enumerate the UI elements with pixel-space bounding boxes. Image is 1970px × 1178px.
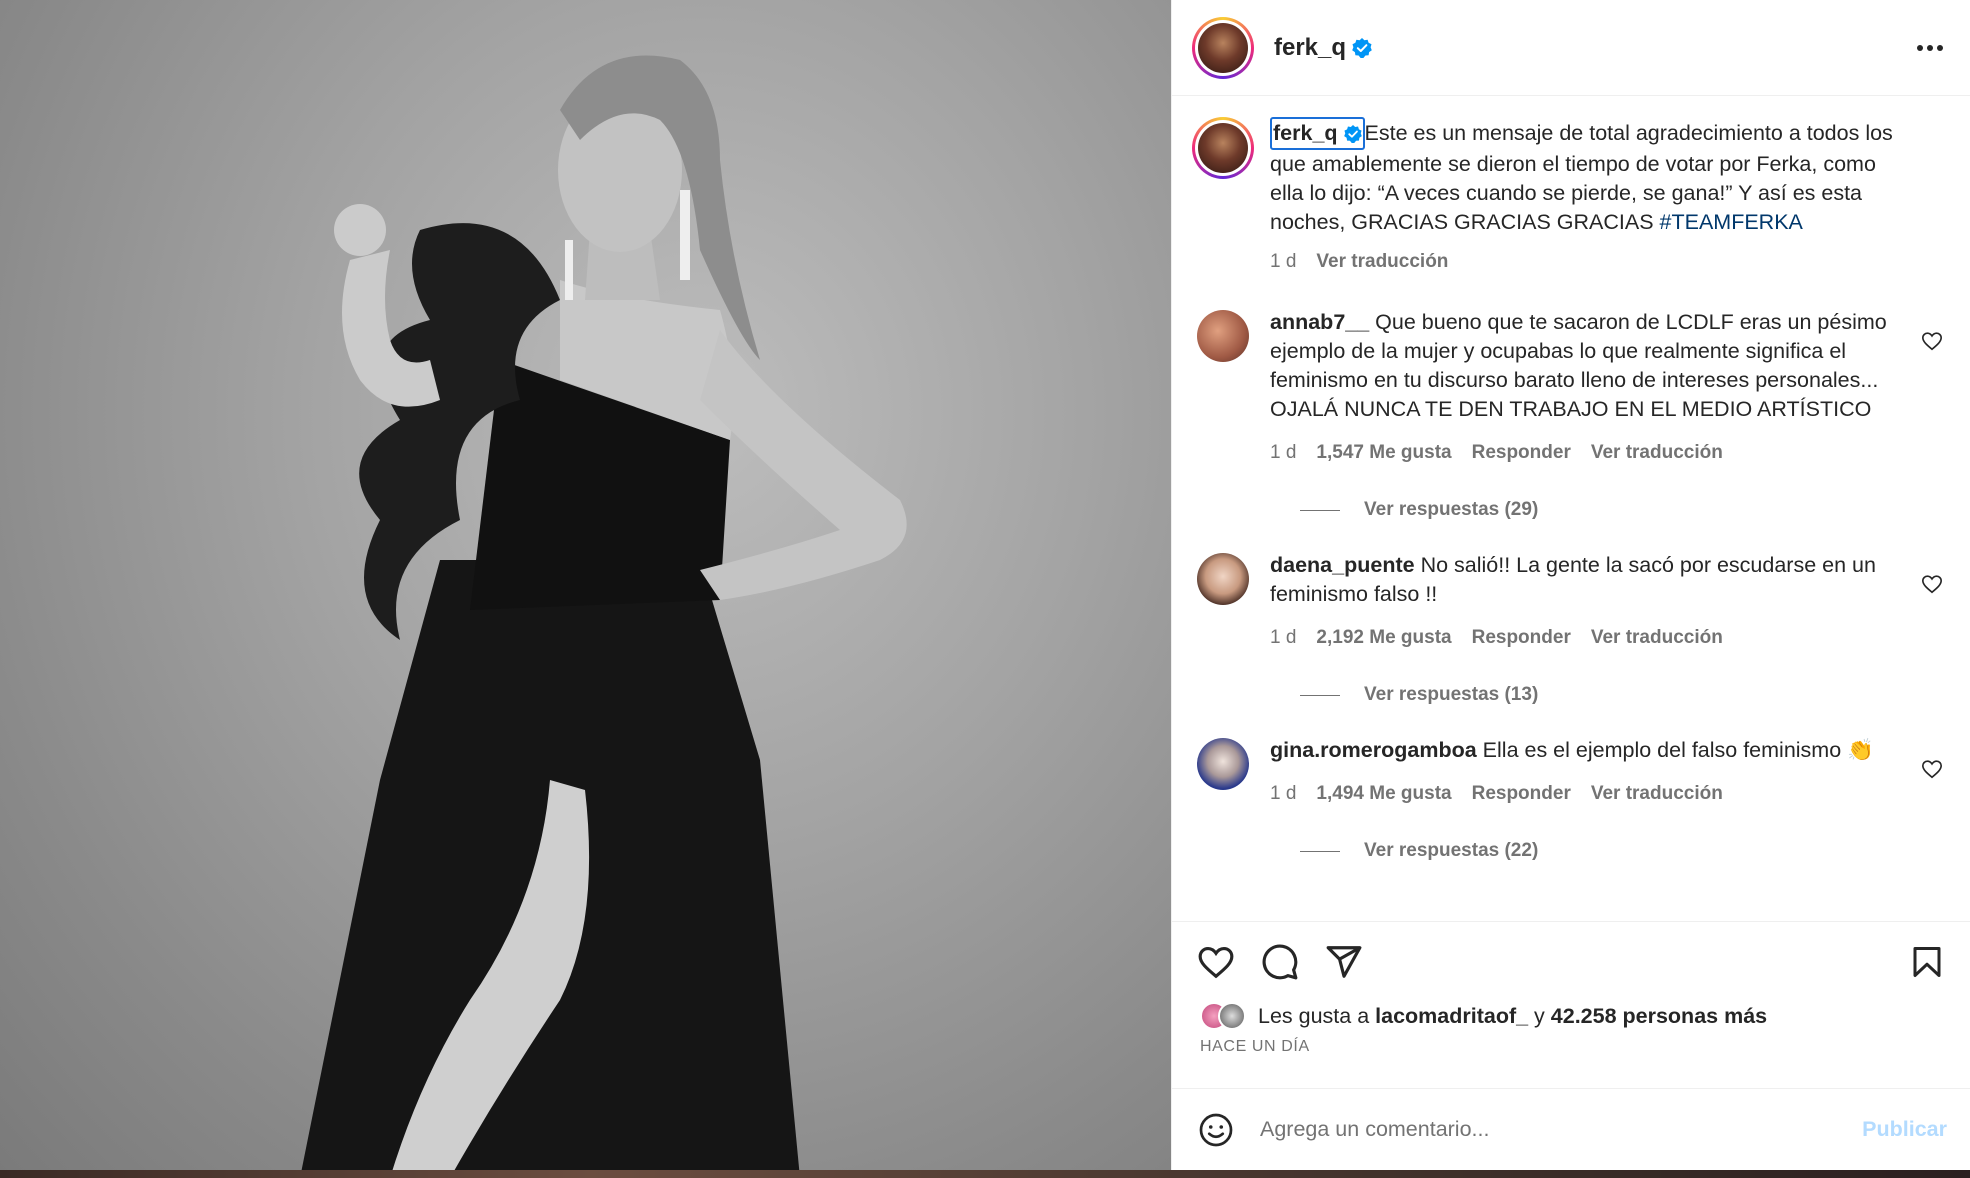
caption-avatar[interactable] xyxy=(1192,117,1254,179)
post-panel: ferk_q ferk_q Este es un mensaje de total… xyxy=(1171,0,1970,1170)
liker-username[interactable]: lacomadritaof_ xyxy=(1375,1004,1528,1028)
commenter-avatar[interactable] xyxy=(1197,738,1249,790)
comment-item: daena_puente No salió!! La gente la sacó… xyxy=(1192,551,1951,652)
comment-time: 1 d xyxy=(1270,783,1297,804)
send-icon[interactable] xyxy=(1324,942,1364,982)
caption-username[interactable]: ferk_q xyxy=(1270,117,1365,150)
commenter-username[interactable]: annab7__ xyxy=(1270,310,1369,334)
comment-input[interactable] xyxy=(1260,1117,1851,1142)
action-icons xyxy=(1172,922,1970,1002)
replies-divider xyxy=(1300,509,1340,511)
publish-button[interactable]: Publicar xyxy=(1862,1117,1947,1142)
add-comment-bar: Publicar xyxy=(1172,1088,1970,1170)
verified-badge-icon xyxy=(1343,125,1362,143)
commenter-avatar[interactable] xyxy=(1197,310,1249,362)
post-timestamp: Hace un día xyxy=(1200,1038,1310,1055)
commenter-username[interactable]: daena_puente xyxy=(1270,553,1415,577)
likes-summary: Les gusta a lacomadritaof_ y 42.258 pers… xyxy=(1172,1002,1970,1030)
comment-likes[interactable]: 2,192 Me gusta xyxy=(1316,623,1451,652)
caption-time: 1 d xyxy=(1270,251,1297,272)
post-actions: Les gusta a lacomadritaof_ y 42.258 pers… xyxy=(1172,921,1970,1088)
comment-meta: 1 d 2,192 Me gusta Responder Ver traducc… xyxy=(1270,623,1910,652)
author-avatar[interactable] xyxy=(1192,16,1254,79)
post-header: ferk_q xyxy=(1172,0,1970,96)
view-replies-button[interactable]: Ver respuestas (22) xyxy=(1300,840,1951,862)
comment-like-heart-icon[interactable] xyxy=(1921,330,1943,352)
likes-middle: y xyxy=(1528,1003,1551,1028)
heart-icon[interactable] xyxy=(1196,942,1236,982)
translate-link[interactable]: Ver traducción xyxy=(1591,779,1723,808)
commenter-avatar[interactable] xyxy=(1197,553,1249,605)
verified-badge-icon xyxy=(1352,37,1372,58)
view-replies-label[interactable]: Ver respuestas (22) xyxy=(1364,840,1538,862)
likes-text: Les gusta a lacomadritaof_ y 42.258 pers… xyxy=(1258,1004,1767,1029)
comment-item: gina.romerogamboa Ella es el ejemplo del… xyxy=(1192,736,1951,808)
likes-prefix: Les gusta a xyxy=(1258,1003,1376,1028)
view-replies-label[interactable]: Ver respuestas (29) xyxy=(1364,499,1538,521)
comment-likes[interactable]: 1,494 Me gusta xyxy=(1316,779,1451,808)
hashtag-link[interactable]: #TEAMFERKA xyxy=(1660,210,1803,234)
more-horizontal-icon[interactable] xyxy=(1910,28,1950,68)
likes-others-link[interactable]: 42.258 personas más xyxy=(1551,1004,1767,1028)
reply-button[interactable]: Responder xyxy=(1472,623,1571,652)
comment-icon[interactable] xyxy=(1260,942,1300,982)
caption-translate-link[interactable]: Ver traducción xyxy=(1316,247,1448,276)
author-username[interactable]: ferk_q xyxy=(1274,34,1372,62)
replies-divider xyxy=(1300,694,1340,696)
replies-divider xyxy=(1300,850,1340,852)
reply-button[interactable]: Responder xyxy=(1472,779,1571,808)
view-replies-button[interactable]: Ver respuestas (13) xyxy=(1300,684,1951,706)
reply-button[interactable]: Responder xyxy=(1472,438,1571,467)
post-photo xyxy=(0,0,1171,1178)
author-username-text[interactable]: ferk_q xyxy=(1274,34,1346,61)
comment-text: Ella es el ejemplo del falso feminismo xyxy=(1482,738,1842,762)
caption: ferk_q Este es un mensaje de total agrade… xyxy=(1192,117,1951,276)
comment-like-heart-icon[interactable] xyxy=(1921,758,1943,780)
translate-link[interactable]: Ver traducción xyxy=(1591,438,1723,467)
translate-link[interactable]: Ver traducción xyxy=(1591,623,1723,652)
comment-likes[interactable]: 1,547 Me gusta xyxy=(1316,438,1451,467)
caption-username-text[interactable]: ferk_q xyxy=(1273,121,1338,145)
comment-meta: 1 d 1,547 Me gusta Responder Ver traducc… xyxy=(1270,438,1910,467)
bookmark-icon[interactable] xyxy=(1907,942,1947,982)
liker-avatar[interactable] xyxy=(1218,1002,1246,1030)
view-replies-label[interactable]: Ver respuestas (13) xyxy=(1364,684,1538,706)
commenter-username[interactable]: gina.romerogamboa xyxy=(1270,738,1477,762)
comment-time: 1 d xyxy=(1270,627,1297,648)
bottom-strip xyxy=(0,1170,1970,1178)
view-replies-button[interactable]: Ver respuestas (29) xyxy=(1300,499,1951,521)
comment-time: 1 d xyxy=(1270,442,1297,463)
clapping-emoji: 👏 xyxy=(1847,738,1874,762)
comment-like-heart-icon[interactable] xyxy=(1921,573,1943,595)
comments-list[interactable]: ferk_q Este es un mensaje de total agrade… xyxy=(1172,97,1970,921)
smiley-icon[interactable] xyxy=(1196,1110,1236,1150)
comment-meta: 1 d 1,494 Me gusta Responder Ver traducc… xyxy=(1270,779,1910,808)
caption-meta: 1 d Ver traducción xyxy=(1270,247,1910,276)
comment-item: annab7__ Que bueno que te sacaron de LCD… xyxy=(1192,308,1951,467)
